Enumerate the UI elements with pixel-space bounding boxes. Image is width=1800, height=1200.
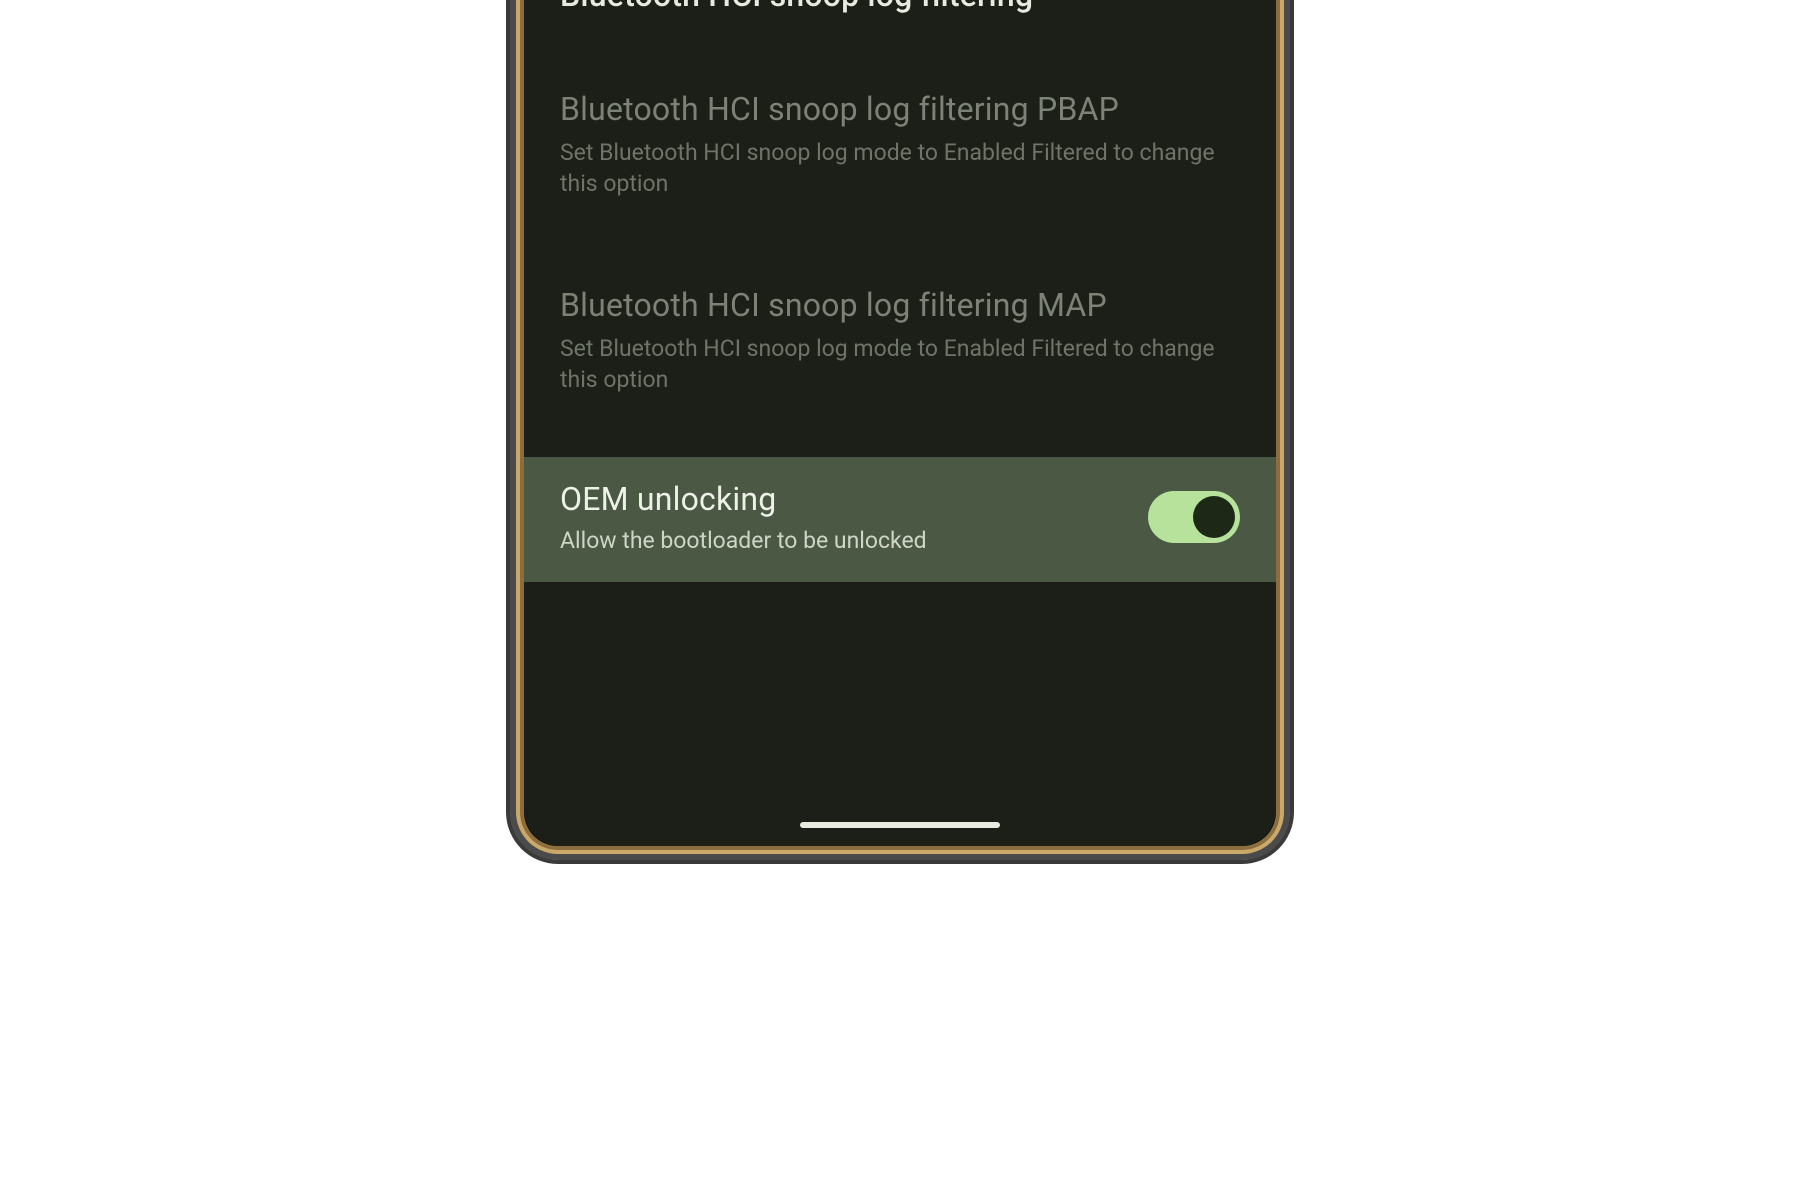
setting-title: OEM unlocking — [560, 479, 1148, 519]
setting-subtitle: Allow the bootloader to be unlocked — [560, 527, 1148, 556]
oem-unlocking-toggle[interactable] — [1148, 491, 1240, 543]
setting-subtitle: Set Bluetooth HCI snoop log mode to Enab… — [560, 137, 1240, 199]
spacer — [524, 419, 1276, 457]
phone-frame: Enable Bluetooth HCI snoop log Disabled … — [510, 0, 1290, 860]
setting-title: Bluetooth HCI snoop log filtering PBAP — [560, 89, 1240, 129]
phone-screen: Enable Bluetooth HCI snoop log Disabled … — [524, 0, 1276, 846]
nav-home-pill[interactable] — [800, 822, 1000, 828]
spacer — [524, 15, 1276, 65]
android-nav-bar[interactable] — [524, 804, 1276, 846]
setting-subtitle: Set Bluetooth HCI snoop log mode to Enab… — [560, 333, 1240, 395]
section-title: Bluetooth HCI snoop log filtering — [560, 0, 1240, 15]
setting-oem-unlocking[interactable]: OEM unlocking Allow the bootloader to be… — [524, 457, 1276, 582]
canvas: Enable Bluetooth HCI snoop log Disabled … — [0, 0, 1800, 1200]
spacer — [524, 223, 1276, 261]
section-header-bt-hci-filtering: Bluetooth HCI snoop log filtering — [524, 0, 1276, 15]
setting-title: Bluetooth HCI snoop log filtering MAP — [560, 285, 1240, 325]
toggle-knob — [1193, 496, 1235, 538]
setting-bt-hci-filtering-pbap: Bluetooth HCI snoop log filtering PBAP S… — [524, 65, 1276, 223]
setting-bt-hci-filtering-map: Bluetooth HCI snoop log filtering MAP Se… — [524, 261, 1276, 419]
settings-list[interactable]: Enable Bluetooth HCI snoop log Disabled … — [524, 0, 1276, 804]
